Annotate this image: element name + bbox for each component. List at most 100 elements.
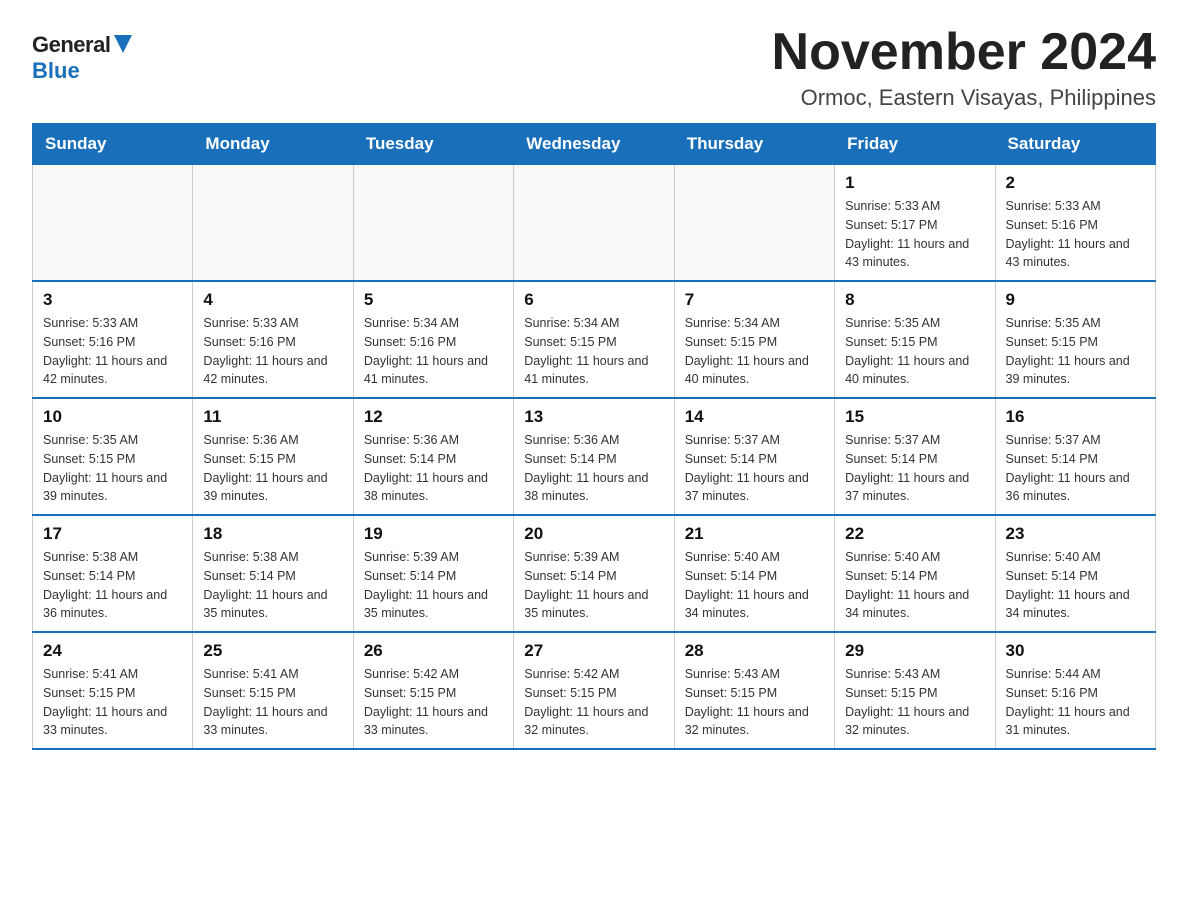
calendar-day-cell: 9 Sunrise: 5:35 AM Sunset: 5:15 PM Daylig… [995,281,1155,398]
day-number: 28 [685,641,824,661]
title-block: November 2024 Ormoc, Eastern Visayas, Ph… [772,24,1156,111]
logo-general-text: General [32,32,110,58]
calendar-day-cell: 8Sunrise: 5:35 AM Sunset: 5:15 PM Daylig… [835,281,995,398]
calendar-day-cell: 10Sunrise: 5:35 AM Sunset: 5:15 PM Dayli… [33,398,193,515]
day-info: Sunrise: 5:38 AM Sunset: 5:14 PM Dayligh… [43,548,182,623]
calendar-header: SundayMondayTuesdayWednesdayThursdayFrid… [33,124,1156,165]
day-info: Sunrise: 5:40 AM Sunset: 5:14 PM Dayligh… [845,548,984,623]
day-number: 20 [524,524,663,544]
calendar-day-cell: 14 Sunrise: 5:37 AM Sunset: 5:14 PM Dayli… [674,398,834,515]
calendar-day-cell [353,165,513,282]
day-info: Sunrise: 5:43 AM Sunset: 5:15 PM Dayligh… [685,665,824,740]
day-info: Sunrise: 5:33 AM Sunset: 5:17 PM Dayligh… [845,197,984,272]
calendar-day-cell: 21 Sunrise: 5:40 AM Sunset: 5:14 PM Dayli… [674,515,834,632]
calendar-body: 1 Sunrise: 5:33 AM Sunset: 5:17 PM Daylig… [33,165,1156,750]
calendar-day-cell: 24 Sunrise: 5:41 AM Sunset: 5:15 PM Dayli… [33,632,193,749]
day-number: 3 [43,290,182,310]
calendar-day-header: Sunday [33,124,193,165]
calendar-day-cell: 7Sunrise: 5:34 AM Sunset: 5:15 PM Daylig… [674,281,834,398]
day-number: 14 [685,407,824,427]
day-number: 5 [364,290,503,310]
day-info: Sunrise: 5:39 AM Sunset: 5:14 PM Dayligh… [364,548,503,623]
day-number: 13 [524,407,663,427]
calendar-day-cell: 6Sunrise: 5:34 AM Sunset: 5:15 PM Daylig… [514,281,674,398]
subtitle: Ormoc, Eastern Visayas, Philippines [772,85,1156,111]
day-info: Sunrise: 5:41 AM Sunset: 5:15 PM Dayligh… [203,665,342,740]
day-number: 19 [364,524,503,544]
calendar-day-header: Thursday [674,124,834,165]
calendar-day-cell: 23Sunrise: 5:40 AM Sunset: 5:14 PM Dayli… [995,515,1155,632]
logo: General Blue [32,32,132,84]
day-info: Sunrise: 5:35 AM Sunset: 5:15 PM Dayligh… [1006,314,1145,389]
day-info: Sunrise: 5:37 AM Sunset: 5:14 PM Dayligh… [1006,431,1145,506]
day-number: 15 [845,407,984,427]
calendar-day-cell: 11Sunrise: 5:36 AM Sunset: 5:15 PM Dayli… [193,398,353,515]
calendar-day-cell: 4 Sunrise: 5:33 AM Sunset: 5:16 PM Daylig… [193,281,353,398]
calendar-day-cell: 25 Sunrise: 5:41 AM Sunset: 5:15 PM Dayli… [193,632,353,749]
calendar-day-cell: 29 Sunrise: 5:43 AM Sunset: 5:15 PM Dayli… [835,632,995,749]
day-number: 27 [524,641,663,661]
day-info: Sunrise: 5:41 AM Sunset: 5:15 PM Dayligh… [43,665,182,740]
calendar-week-row: 24 Sunrise: 5:41 AM Sunset: 5:15 PM Dayli… [33,632,1156,749]
calendar-day-cell: 13 Sunrise: 5:36 AM Sunset: 5:14 PM Dayli… [514,398,674,515]
day-info: Sunrise: 5:34 AM Sunset: 5:15 PM Dayligh… [685,314,824,389]
day-number: 1 [845,173,984,193]
calendar-day-cell: 1 Sunrise: 5:33 AM Sunset: 5:17 PM Daylig… [835,165,995,282]
day-number: 17 [43,524,182,544]
calendar-day-header: Wednesday [514,124,674,165]
calendar-week-row: 1 Sunrise: 5:33 AM Sunset: 5:17 PM Daylig… [33,165,1156,282]
day-number: 21 [685,524,824,544]
logo-triangle-icon [114,35,132,53]
calendar-day-cell: 18 Sunrise: 5:38 AM Sunset: 5:14 PM Dayli… [193,515,353,632]
calendar-day-cell: 27 Sunrise: 5:42 AM Sunset: 5:15 PM Dayli… [514,632,674,749]
calendar-day-cell: 3 Sunrise: 5:33 AM Sunset: 5:16 PM Daylig… [33,281,193,398]
calendar-day-header: Tuesday [353,124,513,165]
calendar-day-cell: 26 Sunrise: 5:42 AM Sunset: 5:15 PM Dayli… [353,632,513,749]
day-info: Sunrise: 5:40 AM Sunset: 5:14 PM Dayligh… [685,548,824,623]
main-title: November 2024 [772,24,1156,81]
calendar-week-row: 17 Sunrise: 5:38 AM Sunset: 5:14 PM Dayli… [33,515,1156,632]
day-info: Sunrise: 5:37 AM Sunset: 5:14 PM Dayligh… [685,431,824,506]
day-number: 11 [203,407,342,427]
calendar-header-row: SundayMondayTuesdayWednesdayThursdayFrid… [33,124,1156,165]
calendar-week-row: 3 Sunrise: 5:33 AM Sunset: 5:16 PM Daylig… [33,281,1156,398]
day-info: Sunrise: 5:38 AM Sunset: 5:14 PM Dayligh… [203,548,342,623]
day-info: Sunrise: 5:33 AM Sunset: 5:16 PM Dayligh… [203,314,342,389]
day-number: 23 [1006,524,1145,544]
day-info: Sunrise: 5:37 AM Sunset: 5:14 PM Dayligh… [845,431,984,506]
day-number: 18 [203,524,342,544]
day-info: Sunrise: 5:35 AM Sunset: 5:15 PM Dayligh… [845,314,984,389]
day-number: 29 [845,641,984,661]
day-number: 16 [1006,407,1145,427]
day-info: Sunrise: 5:36 AM Sunset: 5:14 PM Dayligh… [364,431,503,506]
day-info: Sunrise: 5:43 AM Sunset: 5:15 PM Dayligh… [845,665,984,740]
day-info: Sunrise: 5:33 AM Sunset: 5:16 PM Dayligh… [43,314,182,389]
day-number: 25 [203,641,342,661]
calendar-day-cell [674,165,834,282]
calendar-day-cell: 2Sunrise: 5:33 AM Sunset: 5:16 PM Daylig… [995,165,1155,282]
day-number: 4 [203,290,342,310]
day-number: 9 [1006,290,1145,310]
day-info: Sunrise: 5:33 AM Sunset: 5:16 PM Dayligh… [1006,197,1145,272]
calendar-day-header: Friday [835,124,995,165]
logo-blue-text: Blue [32,58,80,84]
day-info: Sunrise: 5:42 AM Sunset: 5:15 PM Dayligh… [524,665,663,740]
day-info: Sunrise: 5:36 AM Sunset: 5:14 PM Dayligh… [524,431,663,506]
day-number: 6 [524,290,663,310]
calendar-day-cell: 22 Sunrise: 5:40 AM Sunset: 5:14 PM Dayli… [835,515,995,632]
calendar-table: SundayMondayTuesdayWednesdayThursdayFrid… [32,123,1156,750]
day-info: Sunrise: 5:42 AM Sunset: 5:15 PM Dayligh… [364,665,503,740]
day-number: 22 [845,524,984,544]
day-info: Sunrise: 5:34 AM Sunset: 5:16 PM Dayligh… [364,314,503,389]
day-number: 26 [364,641,503,661]
calendar-day-cell: 28 Sunrise: 5:43 AM Sunset: 5:15 PM Dayli… [674,632,834,749]
calendar-day-cell: 19 Sunrise: 5:39 AM Sunset: 5:14 PM Dayli… [353,515,513,632]
calendar-day-cell: 12 Sunrise: 5:36 AM Sunset: 5:14 PM Dayli… [353,398,513,515]
day-info: Sunrise: 5:35 AM Sunset: 5:15 PM Dayligh… [43,431,182,506]
calendar-day-header: Saturday [995,124,1155,165]
day-number: 24 [43,641,182,661]
day-info: Sunrise: 5:44 AM Sunset: 5:16 PM Dayligh… [1006,665,1145,740]
day-number: 12 [364,407,503,427]
day-number: 30 [1006,641,1145,661]
calendar-day-cell: 30 Sunrise: 5:44 AM Sunset: 5:16 PM Dayli… [995,632,1155,749]
